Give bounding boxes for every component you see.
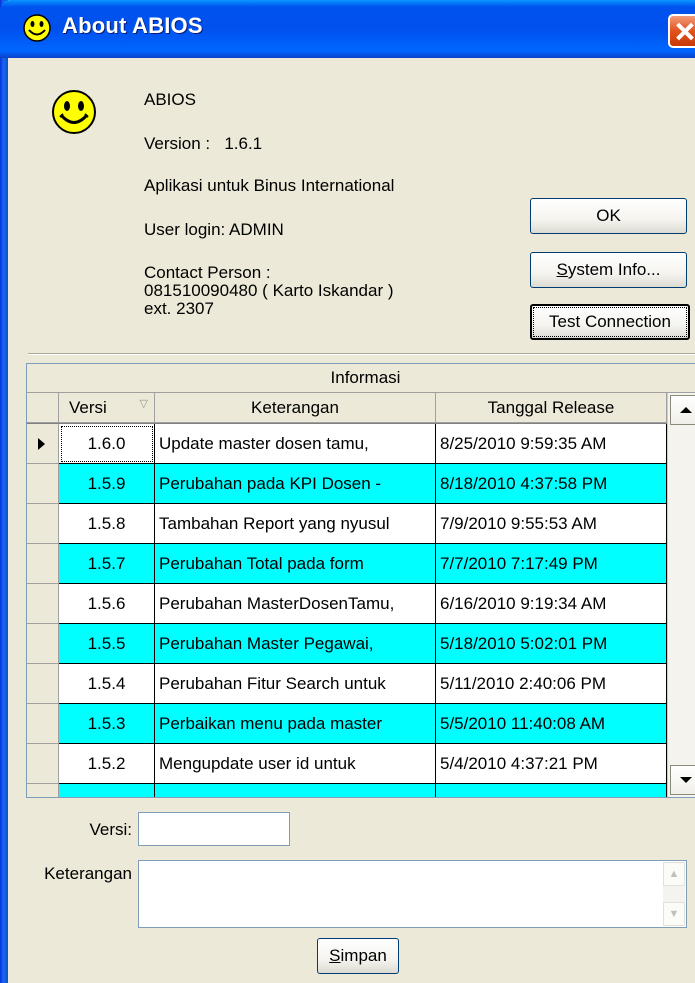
arrow-down-icon	[680, 777, 692, 783]
app-name: ABIOS	[144, 90, 196, 109]
table-row[interactable]: 1.5.7 Perubahan Total pada form 7/7/2010 7…	[27, 544, 667, 584]
cell-keterangan[interactable]: Mengupdate user id untuk	[155, 744, 436, 784]
scroll-down-button[interactable]	[670, 765, 695, 795]
system-info-button[interactable]: System Info...	[530, 252, 687, 288]
close-button[interactable]	[668, 14, 695, 48]
row-selector[interactable]	[27, 504, 59, 544]
table-row[interactable]: 1.6.0 Update master dosen tamu, 8/25/2010 …	[27, 424, 667, 464]
current-row-arrow-icon	[38, 438, 45, 450]
window-frame-left	[0, 0, 8, 983]
row-selector[interactable]	[27, 624, 59, 664]
row-selector[interactable]	[27, 704, 59, 744]
cell-tanggal-release[interactable]: 8/25/2010 9:59:35 AM	[436, 424, 667, 464]
cell-keterangan[interactable]: Perubahan Master Pegawai,	[155, 624, 436, 664]
cell-keterangan[interactable]: Tambahan Report yang nyusul	[155, 504, 436, 544]
row-selector[interactable]	[27, 784, 59, 797]
contact-person-label: Contact Person :	[144, 263, 271, 282]
cell-keterangan[interactable]: Perubahan MasterDosenTamu,	[155, 584, 436, 624]
table-row[interactable]: 1.5.8 Tambahan Report yang nyusul 7/9/2010…	[27, 504, 667, 544]
cell-versi[interactable]: 1.6.0	[59, 424, 155, 464]
system-info-button-label: System Info...	[556, 260, 661, 279]
versi-label: Versi:	[89, 820, 132, 839]
cell-tanggal-release[interactable]: 5/11/2010 2:40:06 PM	[436, 664, 667, 704]
grid-vertical-scrollbar[interactable]	[667, 393, 695, 797]
cell-versi[interactable]: 1.5.7	[59, 544, 155, 584]
table-row[interactable]: 1.5.5 Perubahan Master Pegawai, 5/18/2010 …	[27, 624, 667, 664]
grid-caption: Informasi	[27, 364, 695, 393]
cell-versi[interactable]: 1.5.4	[59, 664, 155, 704]
table-row[interactable]: 1.5.4 Perubahan Fitur Search untuk 5/11/20…	[27, 664, 667, 704]
cell-tanggal-release[interactable]: 5/4/2010 4:37:21 PM	[436, 744, 667, 784]
simpan-button-label: Simpan	[329, 946, 387, 965]
cell-keterangan[interactable]: Perubahan Fitur Search untuk	[155, 664, 436, 704]
contact-extension: ext. 2307	[144, 299, 214, 318]
cell-tanggal-release[interactable]: 8/18/2010 4:37:58 PM	[436, 464, 667, 504]
cell-keterangan[interactable]: Perbaikan menu pada master	[155, 704, 436, 744]
textarea-scroll-down[interactable]: ▼	[663, 902, 685, 926]
cell-versi[interactable]: 1.5.3	[59, 704, 155, 744]
version-label: Version : 1.6.1	[144, 134, 263, 153]
table-row[interactable]	[27, 784, 667, 797]
user-login-label: User login: ADMIN	[144, 220, 284, 239]
ok-button[interactable]: OK	[530, 198, 687, 234]
simpan-button[interactable]: Simpan	[317, 938, 399, 974]
app-description: Aplikasi untuk Binus International	[144, 176, 395, 195]
cell-keterangan[interactable]: Perubahan pada KPI Dosen -	[155, 464, 436, 504]
cell-versi[interactable]: 1.5.2	[59, 744, 155, 784]
dialog-body: ABIOS Version : 1.6.1 Aplikasi untuk Bin…	[8, 58, 695, 983]
cell-versi[interactable]: 1.5.8	[59, 504, 155, 544]
window-title: About ABIOS	[62, 13, 203, 38]
cell-versi[interactable]	[59, 784, 155, 797]
smiley-face-icon	[50, 88, 98, 141]
table-row[interactable]: 1.5.2 Mengupdate user id untuk 5/4/2010 4:…	[27, 744, 667, 784]
cell-keterangan[interactable]	[155, 784, 436, 797]
cell-tanggal-release[interactable]: 6/16/2010 9:19:34 AM	[436, 584, 667, 624]
row-selector[interactable]	[27, 464, 59, 504]
row-selector[interactable]	[27, 664, 59, 704]
ok-button-label: OK	[596, 206, 621, 225]
column-header-tanggal-release[interactable]: Tanggal Release	[436, 393, 667, 423]
cell-tanggal-release[interactable]: 5/5/2010 11:40:08 AM	[436, 704, 667, 744]
version-history-grid[interactable]: Informasi Versi ▽ Keterangan Tanggal Rel…	[26, 363, 695, 798]
sort-descending-icon: ▽	[139, 398, 148, 410]
cell-tanggal-release[interactable]: 7/7/2010 7:17:49 PM	[436, 544, 667, 584]
column-header-versi[interactable]: Versi ▽	[59, 393, 155, 423]
arrow-up-icon	[680, 407, 692, 413]
keterangan-label: Keterangan	[44, 864, 132, 883]
row-selector[interactable]	[27, 744, 59, 784]
table-row[interactable]: 1.5.9 Perubahan pada KPI Dosen -8/18/2010…	[27, 464, 667, 504]
contact-phone: 081510090480 ( Karto Iskandar )	[144, 281, 394, 300]
table-row[interactable]: 1.5.3 Perbaikan menu pada master 5/5/2010 …	[27, 704, 667, 744]
textarea-scrollbar[interactable]: ▲ ▼	[663, 862, 685, 926]
versi-input[interactable]	[138, 812, 290, 846]
table-row[interactable]: 1.5.6 Perubahan MasterDosenTamu, 6/16/2010…	[27, 584, 667, 624]
cell-versi[interactable]: 1.5.6	[59, 584, 155, 624]
textarea-scroll-up[interactable]: ▲	[663, 862, 685, 886]
row-selector[interactable]	[27, 584, 59, 624]
cell-keterangan[interactable]: Update master dosen tamu,	[155, 424, 436, 464]
test-connection-button[interactable]: Test Connection	[530, 304, 690, 340]
cell-tanggal-release[interactable]: 7/9/2010 9:55:53 AM	[436, 504, 667, 544]
title-bar[interactable]: About ABIOS	[0, 0, 695, 58]
test-connection-button-label: Test Connection	[549, 312, 671, 331]
keterangan-textarea[interactable]: ▲ ▼	[138, 860, 687, 928]
row-header-corner	[27, 393, 59, 423]
cell-versi[interactable]: 1.5.9	[59, 464, 155, 504]
cell-keterangan[interactable]: Perubahan Total pada form	[155, 544, 436, 584]
cell-versi[interactable]: 1.5.5	[59, 624, 155, 664]
row-selector[interactable]	[27, 544, 59, 584]
separator	[28, 353, 695, 355]
cell-tanggal-release[interactable]	[436, 784, 667, 797]
cell-tanggal-release[interactable]: 5/18/2010 5:02:01 PM	[436, 624, 667, 664]
row-selector[interactable]	[27, 424, 59, 464]
scroll-up-button[interactable]	[670, 395, 695, 425]
column-header-keterangan[interactable]: Keterangan	[155, 393, 436, 423]
smiley-face-icon	[22, 13, 52, 48]
